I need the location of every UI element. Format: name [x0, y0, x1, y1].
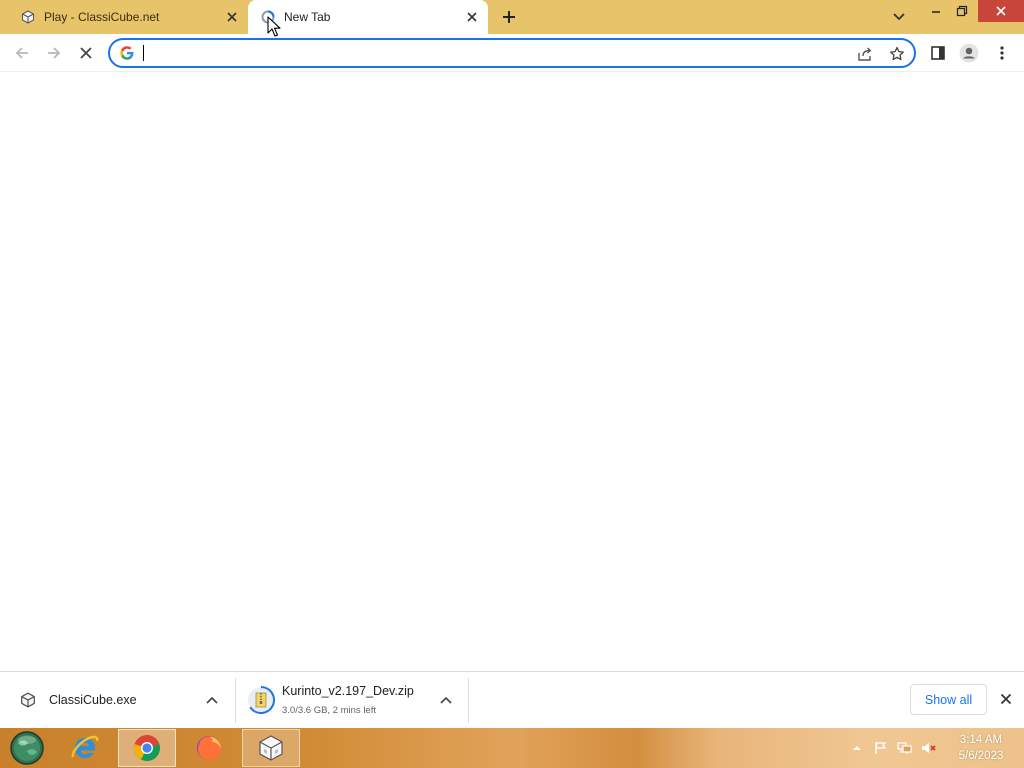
firefox-icon: [197, 736, 221, 760]
window-close-button[interactable]: [978, 0, 1024, 22]
kebab-menu-icon: [1000, 46, 1004, 60]
bookmark-star-icon[interactable]: [886, 43, 908, 65]
download-shelf: ClassiCube.exe Kurinto_v2.197_Dev.zip 3.…: [0, 671, 1024, 728]
chevron-down-icon: [893, 13, 905, 21]
taskbar-app[interactable]: [180, 729, 238, 767]
start-button[interactable]: [8, 730, 46, 766]
side-panel-button[interactable]: [924, 39, 952, 67]
address-bar[interactable]: [108, 38, 916, 68]
internet-explorer-icon: [71, 735, 99, 758]
network-icon[interactable]: [896, 740, 914, 756]
close-icon: [996, 6, 1006, 16]
chrome-menu-button[interactable]: [988, 39, 1016, 67]
zip-archive-icon: [247, 686, 275, 714]
profile-button[interactable]: [955, 39, 983, 67]
classicube-cube-icon: [20, 9, 36, 25]
forward-button[interactable]: [40, 39, 68, 67]
action-center-flag-icon[interactable]: [872, 740, 890, 756]
tab-search-button[interactable]: [888, 6, 910, 28]
chevron-up-icon[interactable]: [436, 690, 456, 710]
arrow-left-icon: [15, 47, 28, 59]
classicube-cube-icon: [14, 686, 42, 714]
download-item[interactable]: Kurinto_v2.197_Dev.zip 3.0/3.6 GB, 2 min…: [237, 678, 469, 723]
new-tab-button[interactable]: [497, 5, 521, 29]
download-filename: ClassiCube.exe: [49, 693, 137, 707]
close-icon: [80, 47, 92, 59]
download-filename: Kurinto_v2.197_Dev.zip: [282, 684, 414, 698]
restore-icon: [956, 5, 968, 17]
taskbar-app[interactable]: [56, 729, 114, 767]
page-content: [0, 72, 1024, 671]
show-all-downloads-button[interactable]: Show all: [910, 684, 987, 715]
chrome-icon: [134, 735, 160, 761]
mouse-pointer-icon: [267, 16, 281, 37]
google-icon: [119, 45, 135, 61]
chevron-up-icon: [853, 746, 861, 750]
tab-close-icon[interactable]: [464, 9, 480, 25]
stop-loading-button[interactable]: [72, 39, 100, 67]
back-button[interactable]: [8, 39, 36, 67]
show-hidden-icons-button[interactable]: [848, 740, 866, 756]
plus-icon: [503, 11, 515, 23]
browser-toolbar: [0, 34, 1024, 72]
taskbar-app[interactable]: [242, 729, 300, 767]
tab-new-tab[interactable]: New Tab: [248, 0, 488, 34]
arrow-right-icon: [48, 47, 61, 59]
windows-taskbar: 3:14 AM 5/6/2023: [0, 728, 1024, 768]
system-clock[interactable]: 3:14 AM 5/6/2023: [948, 732, 1014, 764]
address-input[interactable]: [142, 43, 842, 63]
window-restore-button[interactable]: [946, 0, 978, 22]
tab-play-classicube[interactable]: Play - ClassiCube.net: [0, 0, 248, 34]
volume-muted-icon[interactable]: [920, 740, 938, 756]
taskbar-app[interactable]: [118, 729, 176, 767]
download-item[interactable]: ClassiCube.exe: [0, 678, 236, 723]
download-status: 3.0/3.6 GB, 2 mins left: [282, 705, 376, 716]
tab-strip: Play - ClassiCube.net New Tab: [0, 0, 1024, 34]
share-icon[interactable]: [854, 43, 876, 65]
classicube-icon: [259, 735, 283, 761]
clock-date: 5/6/2023: [958, 750, 1004, 762]
text-caret: [143, 45, 144, 61]
tab-title: New Tab: [284, 10, 331, 24]
minimize-icon: [932, 11, 940, 13]
close-icon[interactable]: [996, 689, 1016, 709]
side-panel-icon: [931, 46, 945, 60]
tab-close-icon[interactable]: [224, 9, 240, 25]
clock-time: 3:14 AM: [959, 734, 1003, 746]
chevron-up-icon[interactable]: [202, 690, 222, 710]
avatar-icon: [959, 43, 979, 63]
windows-orb-icon: [10, 731, 44, 765]
tab-title: Play - ClassiCube.net: [44, 10, 160, 24]
